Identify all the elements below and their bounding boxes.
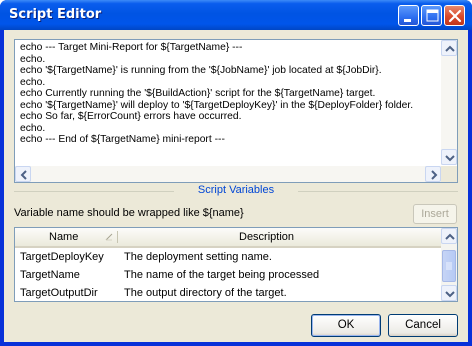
chevron-up-icon — [445, 45, 455, 52]
ok-button[interactable]: OK — [311, 314, 381, 337]
column-header-name[interactable]: Name — [49, 228, 78, 246]
script-editor-window: Script Editor echo --- Target Mini-Repor… — [0, 0, 472, 346]
script-line: echo '${TargetName}' is running from the… — [20, 65, 382, 76]
variable-name: TargetOutputDir — [20, 287, 98, 299]
scrollbar-corner — [441, 166, 457, 182]
close-icon — [448, 9, 462, 23]
dialog-body: echo --- Target Mini-Report for ${Target… — [4, 30, 468, 342]
table-row[interactable]: TargetOutputDir The output directory of … — [15, 284, 441, 301]
chevron-down-icon — [445, 291, 455, 298]
script-variables-section: Script Variables — [14, 184, 458, 198]
scroll-thumb[interactable] — [442, 250, 456, 282]
cancel-button[interactable]: Cancel — [388, 314, 458, 337]
sort-arrow-icon — [105, 233, 113, 241]
maximize-button[interactable] — [421, 5, 442, 26]
variable-description: The name of the target being processed — [124, 269, 320, 281]
table-row[interactable]: TargetDeployKey The deployment setting n… — [15, 248, 441, 267]
variable-hint-label: Variable name should be wrapped like ${n… — [14, 207, 244, 219]
script-line: echo. — [20, 76, 46, 88]
scroll-up-button[interactable] — [441, 40, 457, 56]
script-line: echo. — [20, 122, 46, 134]
variables-list[interactable]: Name Description TargetDeployKey The dep… — [14, 227, 458, 302]
script-line: echo So far, ${ErrorCount} errors have o… — [20, 111, 242, 122]
scroll-track[interactable] — [31, 166, 425, 182]
maximize-icon — [426, 9, 439, 22]
minimize-button[interactable] — [398, 5, 419, 26]
close-button[interactable] — [444, 5, 465, 26]
variable-name: TargetDeployKey — [20, 251, 104, 263]
variable-description: The deployment setting name. — [124, 251, 272, 263]
column-header-description[interactable]: Description — [239, 228, 294, 246]
column-separator[interactable] — [117, 231, 118, 243]
list-vertical-scrollbar[interactable] — [441, 228, 457, 301]
scroll-up-button[interactable] — [441, 228, 457, 244]
scroll-left-button[interactable] — [15, 166, 31, 182]
scroll-down-button[interactable] — [441, 285, 457, 301]
minimize-icon — [404, 19, 411, 22]
scroll-track[interactable] — [441, 56, 457, 149]
title-bar[interactable]: Script Editor — [0, 0, 472, 30]
script-horizontal-scrollbar[interactable] — [15, 166, 441, 182]
window-title: Script Editor — [9, 7, 102, 22]
list-header: Name Description — [15, 228, 441, 248]
insert-button[interactable]: Insert — [413, 204, 457, 224]
chevron-left-icon — [20, 170, 27, 180]
script-line: echo --- Target Mini-Report for ${Target… — [20, 42, 243, 53]
script-line: echo '${TargetName}' will deploy to '${T… — [20, 99, 414, 111]
scroll-right-button[interactable] — [425, 166, 441, 182]
script-editor-textarea[interactable]: echo --- Target Mini-Report for ${Target… — [14, 39, 458, 183]
variable-name: TargetName — [20, 269, 80, 281]
scroll-down-button[interactable] — [441, 149, 457, 165]
section-title: Script Variables — [197, 184, 275, 196]
script-line: echo. — [20, 53, 46, 65]
script-vertical-scrollbar[interactable] — [441, 40, 457, 165]
table-row[interactable]: TargetName The name of the target being … — [15, 266, 441, 285]
script-line: echo Currently running the '${BuildActio… — [20, 88, 376, 99]
variable-description: The output directory of the target. — [124, 287, 287, 299]
chevron-down-icon — [445, 155, 455, 162]
divider — [298, 191, 458, 192]
script-line: echo --- End of ${TargetName} mini-repor… — [20, 134, 225, 145]
chevron-up-icon — [445, 233, 455, 240]
script-text: echo --- Target Mini-Report for ${Target… — [20, 42, 420, 166]
grip-icon — [446, 262, 452, 270]
chevron-right-icon — [431, 170, 438, 180]
